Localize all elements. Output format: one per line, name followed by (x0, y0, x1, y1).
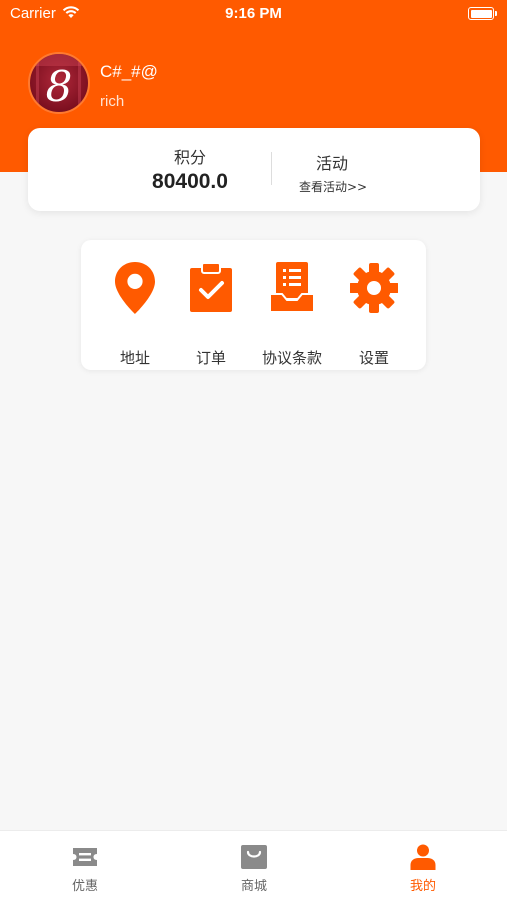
card-divider (271, 152, 272, 185)
menu-label-terms: 协议条款 (261, 349, 322, 367)
points-value: 80400.0 (152, 170, 228, 193)
document-tray-icon (269, 262, 315, 313)
person-icon (410, 844, 436, 870)
menu-card: 地址 订单 协议条款 设置 (81, 240, 426, 370)
tab-mine[interactable]: 我的 (383, 831, 463, 901)
tab-label-mall: 商城 (240, 879, 267, 894)
menu-item-terms[interactable]: 协议条款 (257, 260, 327, 367)
ticket-icon (73, 848, 97, 866)
activity-title[interactable]: 活动 (316, 150, 348, 174)
avatar-glyph: 8 (46, 62, 73, 111)
clipboard-check-icon (190, 262, 232, 312)
menu-item-settings[interactable]: 设置 (339, 260, 409, 367)
menu-item-orders[interactable]: 订单 (176, 260, 246, 367)
points-label: 积分 (173, 148, 206, 167)
view-activities-link[interactable]: 查看活动>> (299, 178, 367, 195)
user-name: C#_#@ (100, 62, 158, 81)
avatar[interactable]: 8 (28, 52, 90, 114)
points-card: 积分 80400.0 活动 查看活动>> (28, 128, 480, 211)
menu-item-address[interactable]: 地址 (100, 260, 170, 367)
tab-label-deals: 优惠 (71, 879, 98, 894)
tab-mall[interactable]: 商城 (214, 831, 294, 901)
status-time: 9:16 PM (225, 5, 282, 22)
tab-label-mine: 我的 (409, 879, 436, 894)
menu-label-settings: 设置 (358, 349, 389, 367)
user-level: rich (100, 93, 125, 110)
gear-icon (350, 263, 398, 313)
shopping-bag-icon (241, 845, 267, 869)
battery-icon (468, 7, 497, 20)
status-bar: Carrier 9:16 PM (0, 0, 507, 28)
location-pin-icon (115, 262, 155, 314)
menu-label-orders: 订单 (195, 349, 226, 367)
bottom-tab-bar: 优惠 商城 我的 (0, 830, 507, 901)
tab-deals[interactable]: 优惠 (45, 831, 125, 901)
